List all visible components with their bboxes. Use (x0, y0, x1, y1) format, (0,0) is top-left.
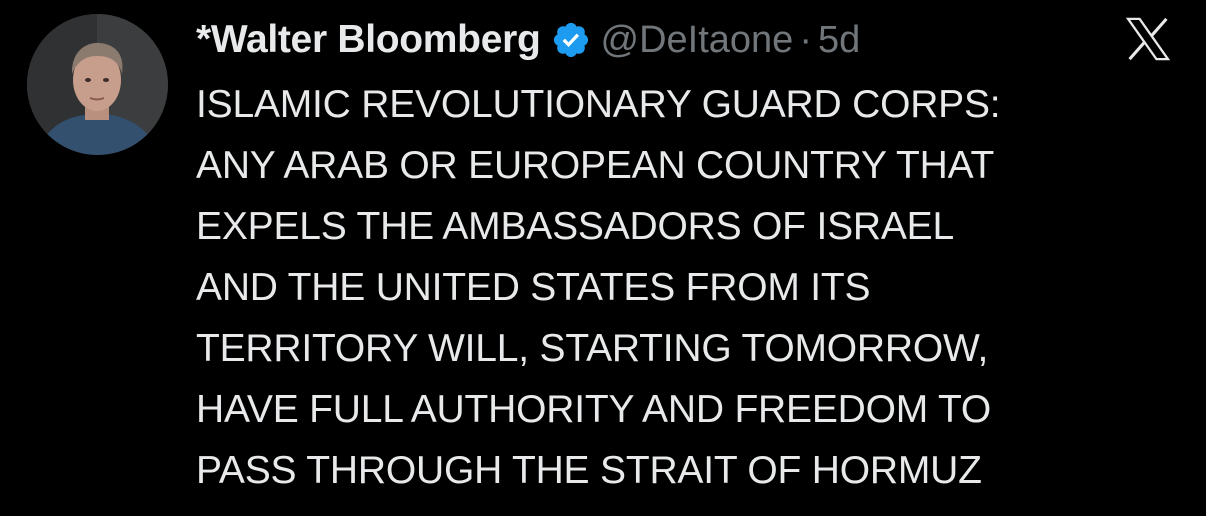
timestamp[interactable]: 5d (818, 19, 860, 62)
display-name[interactable]: *Walter Bloomberg (196, 18, 541, 62)
avatar[interactable] (27, 14, 168, 155)
separator-dot: · (799, 18, 812, 61)
tweet-card: *Walter Bloomberg @DeItaone · 5d ISLAMIC… (0, 0, 1206, 516)
verified-badge-icon (553, 22, 588, 58)
tweet-header: *Walter Bloomberg @DeItaone · 5d (196, 12, 860, 68)
avatar-photo (27, 14, 168, 155)
user-handle[interactable]: @DeItaone (601, 19, 794, 62)
x-logo-icon (1125, 17, 1171, 61)
tweet-text: ISLAMIC REVOLUTIONARY GUARD CORPS: ANY A… (196, 83, 1001, 492)
